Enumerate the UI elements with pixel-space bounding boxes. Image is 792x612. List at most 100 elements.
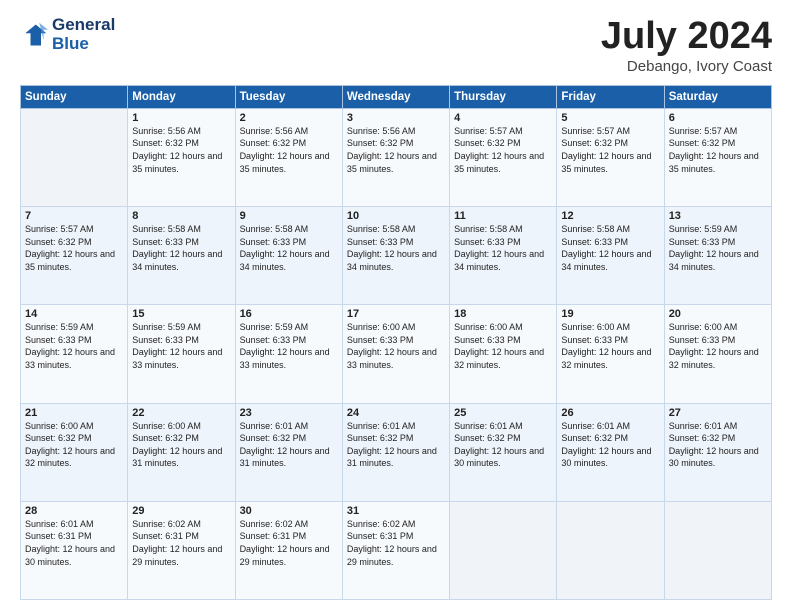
week-row-3: 14 Sunrise: 5:59 AMSunset: 6:33 PMDayligh… — [21, 305, 772, 403]
day-number: 28 — [25, 505, 123, 517]
day-number: 16 — [240, 308, 338, 320]
cell-sunrise: Sunrise: 5:59 AMSunset: 6:33 PMDaylight:… — [132, 322, 222, 370]
weekday-header-thursday: Thursday — [450, 85, 557, 108]
calendar-cell: 4Sunrise: 5:57 AMSunset: 6:32 PMDaylight… — [450, 108, 557, 206]
weekday-header-monday: Monday — [128, 85, 235, 108]
day-number: 31 — [347, 505, 445, 517]
cell-sunrise: Sunrise: 5:57 AMSunset: 6:32 PMDaylight:… — [25, 224, 115, 272]
calendar-cell: 19 Sunrise: 6:00 AMSunset: 6:33 PMDayligh… — [557, 305, 664, 403]
day-number: 30 — [240, 505, 338, 517]
cell-sunrise: Sunrise: 5:58 AMSunset: 6:33 PMDaylight:… — [561, 224, 651, 272]
calendar-cell: 24 Sunrise: 6:01 AMSunset: 6:32 PMDayligh… — [342, 403, 449, 501]
cell-sunrise: Sunrise: 5:57 AMSunset: 6:32 PMDaylight:… — [561, 126, 651, 174]
cell-sunrise: Sunrise: 6:01 AMSunset: 6:32 PMDaylight:… — [561, 421, 651, 469]
calendar-cell: 17 Sunrise: 6:00 AMSunset: 6:33 PMDayligh… — [342, 305, 449, 403]
weekday-header-tuesday: Tuesday — [235, 85, 342, 108]
month-title: July 2024 — [601, 16, 772, 58]
weekday-header-wednesday: Wednesday — [342, 85, 449, 108]
calendar-cell: 14 Sunrise: 5:59 AMSunset: 6:33 PMDayligh… — [21, 305, 128, 403]
day-number: 7 — [25, 210, 123, 222]
calendar-page: General Blue July 2024 Debango, Ivory Co… — [0, 0, 792, 612]
cell-sunrise: Sunrise: 6:01 AMSunset: 6:32 PMDaylight:… — [669, 421, 759, 469]
calendar-cell: 3 Sunrise: 5:56 AMSunset: 6:32 PMDaylight… — [342, 108, 449, 206]
cell-sunrise: Sunrise: 6:01 AMSunset: 6:32 PMDaylight:… — [454, 421, 544, 469]
title-block: July 2024 Debango, Ivory Coast — [601, 16, 772, 75]
day-number: 20 — [669, 308, 767, 320]
cell-sunrise: Sunrise: 5:56 AMSunset: 6:32 PMDaylight:… — [347, 126, 437, 174]
logo-line2: Blue — [52, 35, 115, 54]
week-row-5: 28 Sunrise: 6:01 AMSunset: 6:31 PMDayligh… — [21, 501, 772, 599]
calendar-table: SundayMondayTuesdayWednesdayThursdayFrid… — [20, 85, 772, 600]
calendar-cell — [664, 501, 771, 599]
calendar-cell: 27 Sunrise: 6:01 AMSunset: 6:32 PMDayligh… — [664, 403, 771, 501]
cell-sunrise: Sunrise: 6:02 AMSunset: 6:31 PMDaylight:… — [132, 519, 222, 567]
weekday-header-friday: Friday — [557, 85, 664, 108]
calendar-cell: 12 Sunrise: 5:58 AMSunset: 6:33 PMDayligh… — [557, 207, 664, 305]
weekday-header-saturday: Saturday — [664, 85, 771, 108]
cell-sunrise: Sunrise: 5:59 AMSunset: 6:33 PMDaylight:… — [240, 322, 330, 370]
day-number: 4 — [454, 112, 552, 124]
day-number: 22 — [132, 407, 230, 419]
cell-sunrise: Sunrise: 6:00 AMSunset: 6:33 PMDaylight:… — [561, 322, 651, 370]
calendar-cell: 16 Sunrise: 5:59 AMSunset: 6:33 PMDayligh… — [235, 305, 342, 403]
logo-icon — [20, 21, 48, 49]
calendar-cell: 29 Sunrise: 6:02 AMSunset: 6:31 PMDayligh… — [128, 501, 235, 599]
calendar-cell: 28 Sunrise: 6:01 AMSunset: 6:31 PMDayligh… — [21, 501, 128, 599]
week-row-1: 1 Sunrise: 5:56 AMSunset: 6:32 PMDaylight… — [21, 108, 772, 206]
week-row-4: 21Sunrise: 6:00 AMSunset: 6:32 PMDayligh… — [21, 403, 772, 501]
day-number: 11 — [454, 210, 552, 222]
calendar-cell: 31Sunrise: 6:02 AMSunset: 6:31 PMDayligh… — [342, 501, 449, 599]
day-number: 15 — [132, 308, 230, 320]
calendar-cell: 30Sunrise: 6:02 AMSunset: 6:31 PMDayligh… — [235, 501, 342, 599]
calendar-cell — [21, 108, 128, 206]
day-number: 23 — [240, 407, 338, 419]
cell-sunrise: Sunrise: 5:56 AMSunset: 6:32 PMDaylight:… — [240, 126, 330, 174]
cell-sunrise: Sunrise: 6:00 AMSunset: 6:33 PMDaylight:… — [669, 322, 759, 370]
day-number: 13 — [669, 210, 767, 222]
cell-sunrise: Sunrise: 6:00 AMSunset: 6:32 PMDaylight:… — [132, 421, 222, 469]
cell-sunrise: Sunrise: 5:58 AMSunset: 6:33 PMDaylight:… — [454, 224, 544, 272]
calendar-cell: 9Sunrise: 5:58 AMSunset: 6:33 PMDaylight… — [235, 207, 342, 305]
cell-sunrise: Sunrise: 6:00 AMSunset: 6:32 PMDaylight:… — [25, 421, 115, 469]
cell-sunrise: Sunrise: 5:59 AMSunset: 6:33 PMDaylight:… — [669, 224, 759, 272]
day-number: 18 — [454, 308, 552, 320]
calendar-cell: 20 Sunrise: 6:00 AMSunset: 6:33 PMDayligh… — [664, 305, 771, 403]
calendar-cell: 25 Sunrise: 6:01 AMSunset: 6:32 PMDayligh… — [450, 403, 557, 501]
calendar-cell: 11 Sunrise: 5:58 AMSunset: 6:33 PMDayligh… — [450, 207, 557, 305]
day-number: 6 — [669, 112, 767, 124]
day-number: 5 — [561, 112, 659, 124]
calendar-cell: 2Sunrise: 5:56 AMSunset: 6:32 PMDaylight… — [235, 108, 342, 206]
day-number: 17 — [347, 308, 445, 320]
calendar-cell: 13 Sunrise: 5:59 AMSunset: 6:33 PMDayligh… — [664, 207, 771, 305]
cell-sunrise: Sunrise: 6:01 AMSunset: 6:32 PMDaylight:… — [347, 421, 437, 469]
day-number: 24 — [347, 407, 445, 419]
cell-sunrise: Sunrise: 6:01 AMSunset: 6:32 PMDaylight:… — [240, 421, 330, 469]
day-number: 29 — [132, 505, 230, 517]
calendar-cell: 21Sunrise: 6:00 AMSunset: 6:32 PMDayligh… — [21, 403, 128, 501]
weekday-header-row: SundayMondayTuesdayWednesdayThursdayFrid… — [21, 85, 772, 108]
day-number: 19 — [561, 308, 659, 320]
calendar-cell: 6Sunrise: 5:57 AMSunset: 6:32 PMDaylight… — [664, 108, 771, 206]
cell-sunrise: Sunrise: 5:59 AMSunset: 6:33 PMDaylight:… — [25, 322, 115, 370]
calendar-cell: 8Sunrise: 5:58 AMSunset: 6:33 PMDaylight… — [128, 207, 235, 305]
calendar-cell: 23 Sunrise: 6:01 AMSunset: 6:32 PMDayligh… — [235, 403, 342, 501]
calendar-cell: 5 Sunrise: 5:57 AMSunset: 6:32 PMDaylight… — [557, 108, 664, 206]
cell-sunrise: Sunrise: 6:00 AMSunset: 6:33 PMDaylight:… — [454, 322, 544, 370]
week-row-2: 7 Sunrise: 5:57 AMSunset: 6:32 PMDaylight… — [21, 207, 772, 305]
day-number: 3 — [347, 112, 445, 124]
calendar-cell: 18 Sunrise: 6:00 AMSunset: 6:33 PMDayligh… — [450, 305, 557, 403]
day-number: 14 — [25, 308, 123, 320]
calendar-cell: 1 Sunrise: 5:56 AMSunset: 6:32 PMDaylight… — [128, 108, 235, 206]
day-number: 12 — [561, 210, 659, 222]
cell-sunrise: Sunrise: 6:00 AMSunset: 6:33 PMDaylight:… — [347, 322, 437, 370]
calendar-cell: 26Sunrise: 6:01 AMSunset: 6:32 PMDayligh… — [557, 403, 664, 501]
cell-sunrise: Sunrise: 6:01 AMSunset: 6:31 PMDaylight:… — [25, 519, 115, 567]
header: General Blue July 2024 Debango, Ivory Co… — [20, 16, 772, 75]
day-number: 25 — [454, 407, 552, 419]
calendar-cell: 22 Sunrise: 6:00 AMSunset: 6:32 PMDayligh… — [128, 403, 235, 501]
calendar-cell — [557, 501, 664, 599]
day-number: 1 — [132, 112, 230, 124]
day-number: 27 — [669, 407, 767, 419]
logo: General Blue — [20, 16, 115, 53]
cell-sunrise: Sunrise: 5:56 AMSunset: 6:32 PMDaylight:… — [132, 126, 222, 174]
